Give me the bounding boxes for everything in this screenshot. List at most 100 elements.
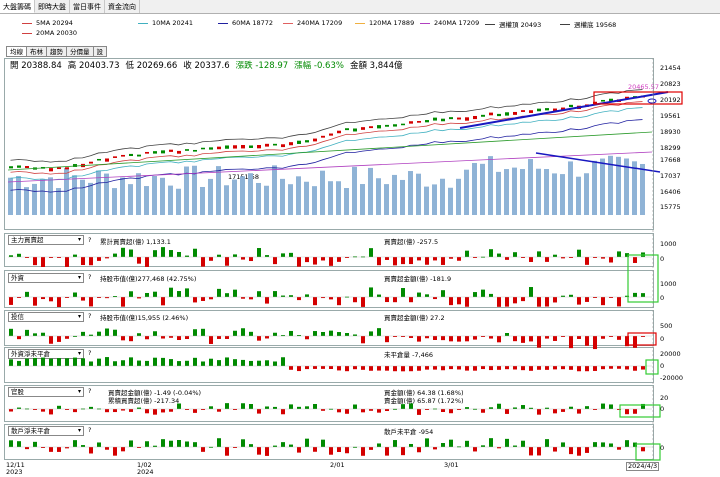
indicator-bar <box>545 257 549 262</box>
indicator-bar <box>369 287 373 297</box>
indicator-bar <box>489 366 493 371</box>
indicator-bar <box>33 441 37 447</box>
indicator-bar <box>257 360 261 366</box>
indicator-bar <box>225 293 229 297</box>
indicator-bar <box>89 406 93 409</box>
indicator-bar <box>545 297 549 307</box>
indicator-bar <box>489 407 493 409</box>
indicator-bar <box>201 297 205 301</box>
volume-bar <box>552 173 557 215</box>
candle <box>489 112 493 116</box>
indicator-bar <box>577 366 581 372</box>
chart-canvas[interactable] <box>0 0 720 477</box>
indicator-bar <box>313 257 317 265</box>
indicator-bar <box>185 336 189 340</box>
indicator-bar <box>585 406 589 409</box>
indicator-bar <box>241 359 245 366</box>
indicator-bar <box>249 331 253 336</box>
volume-bar <box>232 179 237 215</box>
candle <box>521 110 525 112</box>
indicator-bar <box>433 447 437 450</box>
indicator-bar <box>73 440 77 447</box>
volume-bar <box>544 169 549 215</box>
indicator-bar <box>217 438 221 447</box>
indicator-bar <box>145 409 149 414</box>
indicator-bar <box>57 358 61 366</box>
indicator-bar <box>521 405 525 409</box>
indicator-bar <box>417 336 421 342</box>
indicator-bar <box>41 257 45 267</box>
indicator-bar <box>113 409 117 413</box>
candle <box>209 147 213 150</box>
candle <box>161 150 165 154</box>
candle <box>297 140 301 144</box>
indicator-bar <box>337 332 341 336</box>
indicator-bar <box>641 366 645 370</box>
indicator-bar <box>9 255 13 257</box>
indicator-bar <box>569 366 573 370</box>
indicator-bar <box>281 409 285 415</box>
indicator-bar <box>497 297 501 307</box>
indicator-bar <box>401 447 405 456</box>
indicator-bar <box>633 409 637 414</box>
indicator-bar <box>577 409 581 414</box>
indicator-bar <box>305 438 309 447</box>
indicator-bar <box>273 406 277 409</box>
indicator-bar <box>137 333 141 336</box>
indicator-bar <box>481 366 485 370</box>
indicator-bar <box>449 439 453 447</box>
indicator-bar <box>249 257 253 262</box>
indicator-bar <box>185 288 189 297</box>
indicator-bar <box>193 248 197 257</box>
indicator-bar <box>489 438 493 447</box>
indicator-bar <box>353 404 357 409</box>
indicator-bar <box>281 357 285 366</box>
indicator-bar <box>121 409 125 411</box>
indicator-bar <box>161 409 165 413</box>
indicator-bar <box>185 441 189 447</box>
indicator-bar <box>73 409 77 413</box>
volume-bar <box>632 161 637 215</box>
candle <box>185 149 189 151</box>
volume-bar <box>280 178 285 215</box>
candle <box>441 118 445 122</box>
volume-bar <box>168 185 173 215</box>
indicator-bar <box>409 257 413 265</box>
volume-bar <box>640 163 645 215</box>
indicator-bar <box>209 336 213 344</box>
candle <box>65 167 69 170</box>
indicator-bar <box>233 359 237 366</box>
indicator-bar <box>449 409 453 414</box>
indicator-bar <box>513 366 517 370</box>
indicator-bar <box>49 447 53 452</box>
indicator-bar <box>529 287 533 297</box>
indicator-bar <box>329 297 333 300</box>
indicator-bar <box>265 360 269 366</box>
indicator-bar <box>233 254 237 257</box>
volume-bar <box>536 168 541 215</box>
indicator-bar <box>593 336 597 350</box>
indicator-bar <box>281 295 285 297</box>
indicator-bar <box>497 366 501 370</box>
indicator-bar <box>153 291 157 297</box>
indicator-bar <box>121 247 125 257</box>
indicator-bar <box>161 357 165 366</box>
indicator-bar <box>465 440 469 447</box>
indicator-bar <box>137 407 141 409</box>
indicator-bar <box>561 442 565 447</box>
indicator-bar <box>497 403 501 409</box>
candle <box>449 117 453 120</box>
indicator-bar <box>273 361 277 366</box>
volume-bar <box>344 188 349 215</box>
volume-bar <box>384 184 389 215</box>
candle <box>137 154 141 157</box>
indicator-bar <box>537 297 541 307</box>
indicator-bar <box>313 331 317 336</box>
indicator-bar <box>329 447 333 455</box>
indicator-bar <box>241 257 245 260</box>
indicator-bar <box>569 406 573 409</box>
indicator-bar <box>361 366 365 370</box>
indicator-bar <box>185 255 189 257</box>
indicator-bar <box>145 360 149 366</box>
candle <box>457 117 461 120</box>
